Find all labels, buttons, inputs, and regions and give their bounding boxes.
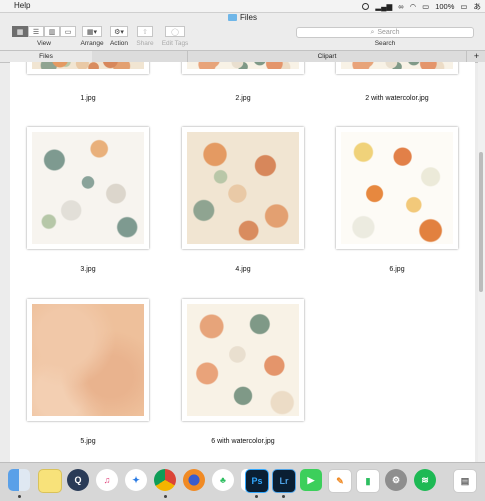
running-indicator bbox=[255, 495, 258, 498]
file-name[interactable]: 3.jpg bbox=[18, 266, 158, 273]
scrollbar-thumb[interactable] bbox=[479, 152, 483, 292]
battery-icon[interactable]: ▭ bbox=[460, 2, 467, 11]
edit-tags-button[interactable]: ◯ bbox=[165, 26, 185, 37]
system-preferences-icon[interactable]: ⚙ bbox=[385, 469, 407, 491]
file-thumbnail[interactable] bbox=[27, 299, 149, 421]
input-source-icon[interactable]: あ bbox=[474, 1, 482, 12]
running-indicator bbox=[164, 495, 167, 498]
chrome-icon[interactable] bbox=[154, 469, 176, 491]
photoshop-icon[interactable]: Ps bbox=[245, 469, 269, 493]
folder-icon bbox=[228, 14, 238, 21]
file-name[interactable]: 6 with watercolor.jpg bbox=[173, 438, 313, 445]
gallery-icon: ▭ bbox=[64, 28, 72, 36]
status-icons: ▂▄▆ ∞ ◠ ▭ 100% ▭ あ bbox=[362, 0, 481, 12]
share-label: Share bbox=[136, 40, 154, 47]
window-title: Files bbox=[240, 13, 257, 22]
wifi-icon[interactable]: ◠ bbox=[410, 2, 417, 11]
view-segmented-control[interactable]: ▦ ☰ ▥ ▭ bbox=[12, 26, 76, 37]
arrange-button[interactable]: ▦▾ bbox=[82, 26, 102, 37]
help-menu[interactable]: Help bbox=[14, 1, 30, 10]
image-preview bbox=[187, 304, 299, 416]
tab-clipart[interactable]: Clipart bbox=[187, 51, 466, 62]
image-preview bbox=[187, 62, 299, 69]
window-titlebar: Files bbox=[0, 12, 485, 24]
list-view-button[interactable]: ☰ bbox=[28, 26, 44, 37]
arrange-label: Arrange bbox=[80, 40, 104, 47]
file-name[interactable]: 5.jpg bbox=[18, 438, 158, 445]
columns-icon: ▥ bbox=[48, 28, 56, 36]
view-label: View bbox=[37, 40, 51, 47]
search-icon: ⌕ bbox=[370, 28, 375, 36]
itunes-icon[interactable]: ♫ bbox=[96, 469, 118, 491]
file-name[interactable]: 2 with watercolor.jpg bbox=[327, 95, 467, 102]
numbers-icon[interactable]: ▮ bbox=[356, 469, 380, 493]
share-icon: ⇧ bbox=[142, 28, 148, 36]
image-preview bbox=[341, 62, 453, 69]
image-preview bbox=[32, 62, 144, 69]
action-button[interactable]: ⚙▾ bbox=[110, 26, 128, 37]
toolbar: ▦ ☰ ▥ ▭ View ▦▾ Arrange ⚙▾ Action ⇧ Shar… bbox=[0, 24, 485, 50]
lightroom-icon[interactable]: Lr bbox=[272, 469, 296, 493]
tab-files[interactable]: Files bbox=[0, 51, 92, 62]
finder-icon[interactable] bbox=[8, 469, 30, 491]
arrange-icon: ▦▾ bbox=[86, 28, 98, 36]
image-preview bbox=[341, 132, 453, 244]
firefox-icon[interactable] bbox=[183, 469, 205, 491]
action-label: Action bbox=[109, 40, 129, 47]
battery-percent[interactable]: 100% bbox=[435, 2, 454, 11]
evernote-icon[interactable]: ♣ bbox=[212, 469, 234, 491]
pages-icon[interactable]: ✎ bbox=[328, 469, 352, 493]
image-preview bbox=[187, 132, 299, 244]
grid-icon: ▦ bbox=[16, 28, 24, 36]
new-tab-button[interactable]: + bbox=[466, 51, 485, 62]
image-preview bbox=[32, 304, 144, 416]
file-name[interactable]: 2.jpg bbox=[173, 95, 313, 102]
file-name[interactable]: 4.jpg bbox=[173, 266, 313, 273]
file-grid: 1.jpg 2.jpg 2 with watercolor.jpg 3.jpg … bbox=[10, 62, 475, 462]
file-thumbnail[interactable] bbox=[27, 127, 149, 249]
icon-view-button[interactable]: ▦ bbox=[12, 26, 28, 37]
edit-tags-label: Edit Tags bbox=[161, 40, 189, 47]
share-button[interactable]: ⇧ bbox=[137, 26, 153, 37]
gear-icon: ⚙▾ bbox=[114, 28, 124, 36]
file-thumbnail[interactable] bbox=[182, 127, 304, 249]
image-preview bbox=[32, 132, 144, 244]
column-view-button[interactable]: ▥ bbox=[44, 26, 60, 37]
spotify-icon[interactable]: ≋ bbox=[414, 469, 436, 491]
record-icon[interactable] bbox=[362, 2, 370, 10]
vertical-scrollbar[interactable] bbox=[478, 62, 485, 462]
file-thumbnail[interactable] bbox=[182, 299, 304, 421]
running-indicator bbox=[18, 495, 21, 498]
file-thumbnail[interactable] bbox=[336, 127, 458, 249]
search-input[interactable]: ⌕ Search bbox=[296, 27, 474, 38]
list-icon: ☰ bbox=[32, 28, 40, 36]
preview-icon[interactable]: ▤ bbox=[453, 469, 477, 493]
file-thumbnail[interactable] bbox=[27, 62, 149, 74]
dock: Q ♫ ✦ ♣ ▲ Ps Lr ▶ ✎ ▮ ⚙ ≋ ▤ bbox=[0, 462, 485, 501]
quicktime-icon[interactable]: Q bbox=[67, 469, 89, 491]
file-name[interactable]: 1.jpg bbox=[18, 95, 158, 102]
notes-icon[interactable] bbox=[38, 469, 62, 493]
running-indicator bbox=[282, 495, 285, 498]
search-placeholder: Search bbox=[377, 29, 400, 36]
file-thumbnail[interactable] bbox=[182, 62, 304, 74]
facetime-icon[interactable]: ▶ bbox=[300, 469, 322, 491]
signal-icon[interactable]: ▂▄▆ bbox=[375, 2, 392, 11]
tag-icon: ◯ bbox=[171, 28, 179, 36]
file-name[interactable]: 6.jpg bbox=[327, 266, 467, 273]
plus-icon: + bbox=[473, 51, 480, 61]
file-thumbnail[interactable] bbox=[336, 62, 458, 74]
search-label: Search bbox=[374, 40, 396, 47]
creative-cloud-icon[interactable]: ∞ bbox=[398, 2, 403, 11]
safari-icon[interactable]: ✦ bbox=[125, 469, 147, 491]
airplay-icon[interactable]: ▭ bbox=[422, 2, 429, 11]
gallery-view-button[interactable]: ▭ bbox=[60, 26, 76, 37]
